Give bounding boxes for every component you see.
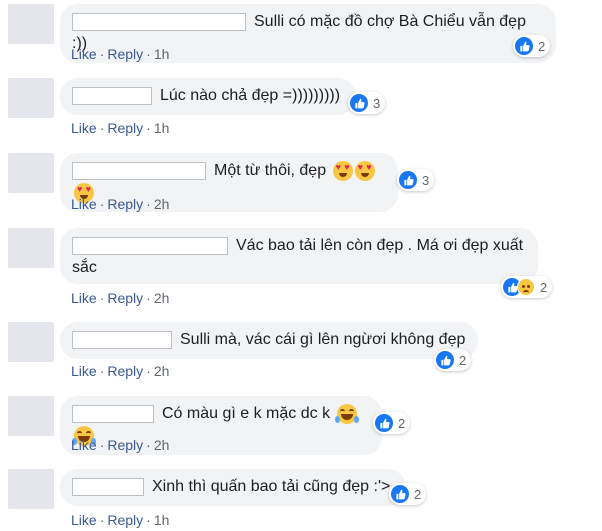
like-link[interactable]: Like <box>71 120 97 136</box>
comment-text: Có màu gì e k mặc dc k <box>162 405 331 422</box>
redacted-username[interactable] <box>72 13 246 31</box>
comment-bubble: Lúc nào chả đẹp =))))))))) <box>60 78 356 116</box>
comment-text: Vác bao tải lên còn đẹp . Má ơi đẹp xuất <box>236 237 524 254</box>
heart-eyes-emoji <box>354 161 375 181</box>
comment-actions: Like · Reply · 2h <box>71 363 170 379</box>
reaction-count: 2 <box>459 352 467 368</box>
comment-text: Lúc nào chả đẹp =))))))))) <box>160 87 341 104</box>
reply-link[interactable]: Reply <box>107 363 143 379</box>
redacted-username[interactable] <box>72 87 152 105</box>
reaction-badge[interactable]: 2 <box>501 276 553 298</box>
laughing-emoji <box>334 404 359 424</box>
avatar[interactable] <box>8 4 54 44</box>
timestamp[interactable]: 2h <box>154 290 170 306</box>
reply-link[interactable]: Reply <box>107 290 143 306</box>
like-link[interactable]: Like <box>71 196 97 212</box>
like-link[interactable]: Like <box>71 512 97 528</box>
thumbs-up-icon <box>515 37 533 55</box>
reaction-badge[interactable]: 2 <box>513 35 551 57</box>
thumbs-up-icon <box>391 485 409 503</box>
like-link[interactable]: Like <box>71 363 97 379</box>
reaction-badge[interactable]: 3 <box>397 169 435 191</box>
like-link[interactable]: Like <box>71 46 97 62</box>
thumbs-up-icon <box>375 414 393 432</box>
reaction-count: 3 <box>422 172 430 188</box>
reaction-count: 2 <box>398 415 406 431</box>
reaction-badge[interactable]: 3 <box>348 92 386 114</box>
timestamp[interactable]: 2h <box>154 363 170 379</box>
thumbs-up-icon <box>436 351 454 369</box>
reaction-count: 2 <box>540 279 548 295</box>
reply-link[interactable]: Reply <box>107 512 143 528</box>
redacted-username[interactable] <box>72 162 206 180</box>
reply-link[interactable]: Reply <box>107 196 143 212</box>
reply-link[interactable]: Reply <box>107 46 143 62</box>
reaction-count: 3 <box>373 95 381 111</box>
avatar[interactable] <box>8 228 54 268</box>
avatar[interactable] <box>8 396 54 436</box>
avatar[interactable] <box>8 322 54 362</box>
comment-actions: Like · Reply · 1h <box>71 46 170 62</box>
reaction-badge[interactable]: 2 <box>389 483 427 505</box>
comment-text: Xinh thì quấn bao tải cũng đẹp :'> <box>152 478 391 495</box>
comment-text-continued: sắc <box>72 259 97 277</box>
reaction-count: 2 <box>414 486 422 502</box>
timestamp[interactable]: 1h <box>154 120 170 136</box>
comment-bubble: Sulli mà, vác cái gì lên ngừơi không đẹp <box>60 322 478 360</box>
reaction-badge[interactable]: 2 <box>373 412 411 434</box>
like-link[interactable]: Like <box>71 437 97 453</box>
timestamp[interactable]: 1h <box>154 46 170 62</box>
thumbs-up-icon <box>399 171 417 189</box>
redacted-username[interactable] <box>72 478 144 496</box>
heart-eyes-emoji <box>332 161 353 181</box>
like-link[interactable]: Like <box>71 290 97 306</box>
redacted-username[interactable] <box>72 331 172 349</box>
reaction-count: 2 <box>538 38 546 54</box>
comment-text: Sulli mà, vác cái gì lên ngừơi không đẹp <box>180 331 466 348</box>
comment-bubble: Xinh thì quấn bao tải cũng đẹp :'> <box>60 469 406 507</box>
reply-link[interactable]: Reply <box>107 437 143 453</box>
comment-actions: Like · Reply · 2h <box>71 437 170 453</box>
sad-face-icon <box>517 278 535 296</box>
timestamp[interactable]: 2h <box>154 196 170 212</box>
comment-actions: Like · Reply · 1h <box>71 120 170 136</box>
avatar[interactable] <box>8 78 54 118</box>
comment-actions: Like · Reply · 2h <box>71 196 170 212</box>
comment-actions: Like · Reply · 2h <box>71 290 170 306</box>
avatar[interactable] <box>8 469 54 509</box>
comment-bubble: Vác bao tải lên còn đẹp . Má ơi đẹp xuất… <box>60 228 538 284</box>
reply-link[interactable]: Reply <box>107 120 143 136</box>
reaction-badge[interactable]: 2 <box>434 349 472 371</box>
timestamp[interactable]: 2h <box>154 437 170 453</box>
timestamp[interactable]: 1h <box>154 512 170 528</box>
avatar[interactable] <box>8 153 54 193</box>
redacted-username[interactable] <box>72 405 154 423</box>
comment-text: Một từ thôi, đẹp <box>214 162 327 179</box>
thumbs-up-icon <box>350 94 368 112</box>
redacted-username[interactable] <box>72 237 228 255</box>
comment-actions: Like · Reply · 1h <box>71 512 170 528</box>
